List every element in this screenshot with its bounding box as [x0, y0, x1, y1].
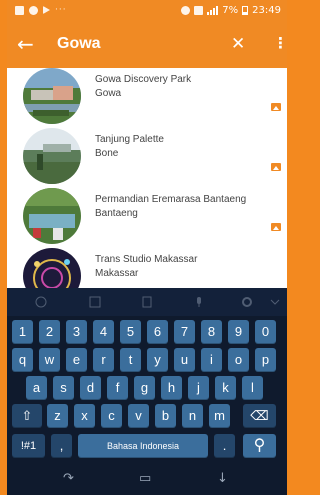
place-location: Makassar: [95, 268, 139, 279]
key-x[interactable]: x: [74, 404, 95, 428]
key-u[interactable]: u: [174, 348, 195, 372]
key-2[interactable]: 2: [39, 320, 60, 344]
image-icon[interactable]: [271, 163, 281, 171]
key-r[interactable]: r: [93, 348, 114, 372]
symbols-key[interactable]: !#1: [12, 434, 45, 458]
play-icon: [43, 6, 50, 14]
phone-screen: ··· 7% 23:49 ← Gowa ✕ ⋮ Gowa Discovery P…: [7, 0, 287, 495]
list-item[interactable]: Gowa Discovery Park Gowa: [7, 68, 287, 128]
key-v[interactable]: v: [128, 404, 149, 428]
battery-icon: [242, 6, 249, 15]
key-y[interactable]: y: [147, 348, 168, 372]
bottom-key-row: !#1 , Bahasa Indonesia . ⚲: [7, 434, 287, 460]
key-e[interactable]: e: [66, 348, 87, 372]
right-frame: [315, 0, 320, 495]
places-list: Gowa Discovery Park Gowa Tanjung Palette…: [7, 68, 287, 288]
arrow-left-icon[interactable]: ←: [17, 33, 34, 55]
nfc-icon: [194, 6, 204, 15]
letter-row-1: q w e r t y u i o p: [7, 348, 287, 374]
key-p[interactable]: p: [255, 348, 276, 372]
clock: 23:49: [252, 5, 281, 16]
place-location: Gowa: [95, 88, 122, 99]
place-location: Bantaeng: [95, 208, 138, 219]
key-s[interactable]: s: [53, 376, 74, 400]
key-3[interactable]: 3: [66, 320, 87, 344]
signal-icon: [207, 6, 219, 15]
key-9[interactable]: 9: [228, 320, 249, 344]
place-thumbnail: [23, 188, 81, 244]
letter-row-3: ⇧ z x c v b n m ⌫: [7, 404, 287, 430]
search-key[interactable]: ⚲: [243, 434, 276, 458]
settings-icon[interactable]: [241, 296, 253, 308]
comma-key[interactable]: ,: [51, 434, 72, 458]
emoji-icon[interactable]: [35, 296, 47, 308]
key-4[interactable]: 4: [93, 320, 114, 344]
key-5[interactable]: 5: [120, 320, 141, 344]
key-d[interactable]: d: [80, 376, 101, 400]
key-j[interactable]: j: [188, 376, 209, 400]
place-name: Tanjung Palette: [95, 134, 164, 145]
key-7[interactable]: 7: [174, 320, 195, 344]
key-8[interactable]: 8: [201, 320, 222, 344]
chevron-down-icon[interactable]: ↓: [217, 471, 228, 486]
place-thumbnail: [23, 248, 81, 288]
key-g[interactable]: g: [134, 376, 155, 400]
key-f[interactable]: f: [107, 376, 128, 400]
microphone-icon[interactable]: [193, 296, 205, 308]
shift-key[interactable]: ⇧: [12, 404, 42, 428]
keyboard: 1 2 3 4 5 6 7 8 9 0 q w e r t y u i o p …: [7, 288, 287, 465]
place-location: Bone: [95, 148, 119, 159]
keyboard-toolbar: [7, 288, 287, 316]
key-k[interactable]: k: [215, 376, 236, 400]
place-thumbnail: [23, 128, 81, 184]
key-c[interactable]: c: [101, 404, 122, 428]
key-i[interactable]: i: [201, 348, 222, 372]
place-thumbnail: [23, 68, 81, 124]
key-o[interactable]: o: [228, 348, 249, 372]
battery-percent: 7%: [222, 5, 239, 16]
key-l[interactable]: l: [242, 376, 263, 400]
chevron-down-icon[interactable]: [269, 296, 281, 308]
key-t[interactable]: t: [120, 348, 141, 372]
search-query-title[interactable]: Gowa: [57, 35, 101, 53]
space-bar[interactable]: Bahasa Indonesia: [78, 434, 208, 458]
more-vertical-icon[interactable]: ⋮: [273, 34, 287, 52]
key-1[interactable]: 1: [12, 320, 33, 344]
list-item[interactable]: Trans Studio Makassar Makassar: [7, 248, 287, 288]
place-name: Gowa Discovery Park: [95, 74, 192, 85]
status-bar: ··· 7% 23:49: [7, 0, 287, 22]
key-w[interactable]: w: [39, 348, 60, 372]
letter-row-2: a s d f g h j k l: [7, 376, 287, 402]
image-icon[interactable]: [271, 103, 281, 111]
backspace-key[interactable]: ⌫: [243, 404, 276, 428]
key-0[interactable]: 0: [255, 320, 276, 344]
place-name: Permandian Eremarasa Bantaeng: [95, 194, 247, 205]
recent-apps-icon[interactable]: ↷: [63, 471, 74, 486]
key-b[interactable]: b: [155, 404, 176, 428]
list-item[interactable]: Tanjung Palette Bone: [7, 128, 287, 188]
app-bar: ← Gowa ✕ ⋮: [7, 22, 287, 68]
place-name: Trans Studio Makassar: [95, 254, 198, 265]
close-icon[interactable]: ✕: [231, 34, 245, 54]
key-m[interactable]: m: [209, 404, 230, 428]
number-row: 1 2 3 4 5 6 7 8 9 0: [7, 320, 287, 346]
image-icon[interactable]: [271, 223, 281, 231]
key-q[interactable]: q: [12, 348, 33, 372]
key-z[interactable]: z: [47, 404, 68, 428]
key-h[interactable]: h: [161, 376, 182, 400]
app-notification-icon: [29, 5, 38, 15]
sticker-icon[interactable]: [89, 296, 101, 308]
clipboard-icon[interactable]: [141, 296, 153, 308]
key-6[interactable]: 6: [147, 320, 168, 344]
left-frame: [0, 0, 7, 495]
more-notifications-icon: ···: [55, 5, 67, 15]
key-n[interactable]: n: [182, 404, 203, 428]
period-key[interactable]: .: [214, 434, 235, 458]
list-item[interactable]: Permandian Eremarasa Bantaeng Bantaeng: [7, 188, 287, 248]
navigation-bar: ↷ ▭ ↓: [7, 465, 287, 495]
notification-icon: [15, 5, 24, 15]
key-a[interactable]: a: [26, 376, 47, 400]
home-icon[interactable]: ▭: [139, 471, 151, 486]
wifi-icon: [181, 6, 191, 15]
